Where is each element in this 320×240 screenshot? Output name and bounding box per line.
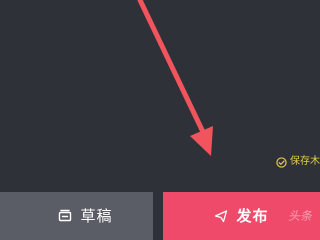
draft-button[interactable]: 草稿 [0, 192, 153, 240]
save-hint-label: 保存木 [290, 156, 320, 167]
drafts-box-icon [59, 209, 72, 222]
check-circle-icon [276, 156, 287, 168]
watermark-text: 头条 [287, 209, 312, 223]
draft-button-label: 草稿 [80, 207, 113, 225]
send-icon [215, 210, 228, 223]
editor-screen: 保存木 草稿 发布 头条 [0, 0, 320, 240]
save-status-hint: 保存木 [276, 154, 320, 170]
